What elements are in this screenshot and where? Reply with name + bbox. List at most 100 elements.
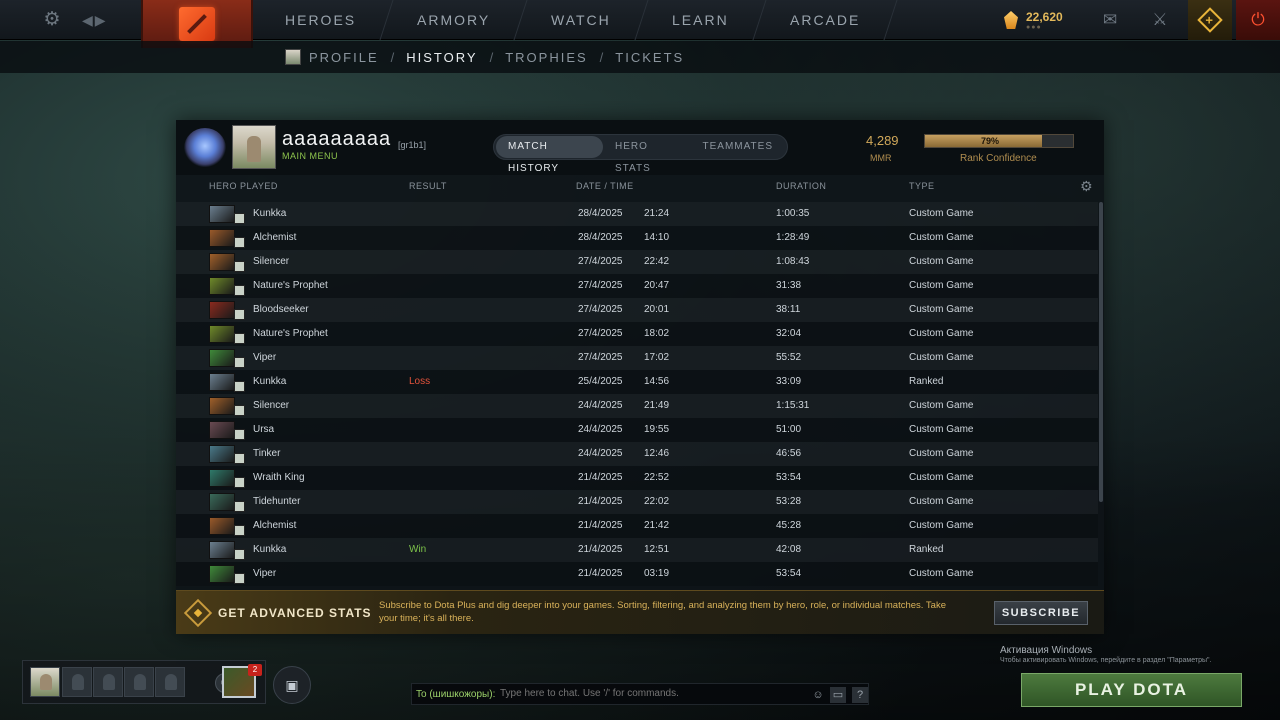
dota-plus-icon: [183, 598, 213, 628]
match-type: Custom Game: [909, 280, 974, 291]
subnav-trophies[interactable]: TROPHIES: [505, 50, 587, 65]
mail-icon[interactable]: ✉: [1094, 0, 1126, 40]
match-date: 24/4/2025: [578, 448, 623, 459]
table-row[interactable]: Kunkka Loss 25/4/2025 14:56 33:09 Ranked: [176, 370, 1098, 394]
nav-watch[interactable]: WATCH: [514, 0, 649, 40]
hero-name: Silencer: [253, 400, 290, 411]
subnav-tickets[interactable]: TICKETS: [615, 50, 684, 65]
match-type: Custom Game: [909, 400, 974, 411]
match-duration: 38:11: [776, 304, 801, 315]
player-tag: [gr1b1]: [398, 140, 427, 150]
gold-display[interactable]: 22,620 ●●●: [1000, 0, 1086, 40]
table-row[interactable]: Kunkka Win 21/4/2025 12:51 42:08 Ranked: [176, 538, 1098, 562]
party-slot-empty[interactable]: [124, 667, 154, 697]
match-type: Custom Game: [909, 232, 974, 243]
subnav-profile[interactable]: PROFILE: [309, 50, 379, 65]
hero-icon: [209, 301, 235, 319]
hero-icon: [209, 541, 235, 559]
match-type: Ranked: [909, 544, 944, 555]
table-row[interactable]: Viper 27/4/2025 17:02 55:52 Custom Game: [176, 346, 1098, 370]
party-slot-empty[interactable]: [62, 667, 92, 697]
hero-name: Tinker: [253, 448, 281, 459]
table-row[interactable]: Alchemist 28/4/2025 14:10 1:28:49 Custom Gam…: [176, 226, 1098, 250]
party-slot-self[interactable]: [30, 667, 60, 697]
hero-name: Silencer: [253, 256, 290, 267]
table-row[interactable]: Wraith King 21/4/2025 22:52 53:54 Custom Gam…: [176, 466, 1098, 490]
table-row[interactable]: Nature's Prophet 27/4/2025 20:47 31:38 Custo…: [176, 274, 1098, 298]
nav-arcade[interactable]: ARCADE: [753, 0, 898, 40]
subnav-history[interactable]: HISTORY: [406, 50, 477, 65]
history-tabs: MATCH HISTORY HERO STATS TEAMMATES: [493, 134, 788, 174]
match-duration: 1:28:49: [776, 232, 810, 243]
subscribe-button[interactable]: SUBSCRIBE: [994, 601, 1088, 625]
tab-teammates[interactable]: TEAMMATES: [691, 136, 785, 158]
nav-armory[interactable]: ARMORY: [380, 0, 528, 40]
table-row[interactable]: Bloodseeker 27/4/2025 20:01 38:11 Custom Gam…: [176, 298, 1098, 322]
hero-name: Kunkka: [253, 376, 287, 387]
hero-icon: [209, 373, 235, 391]
column-header-date[interactable]: DATE / TIME: [576, 181, 634, 191]
party-slot-empty[interactable]: [155, 667, 185, 697]
match-time: 21:42: [644, 520, 670, 531]
match-time: 14:10: [644, 232, 670, 243]
table-row[interactable]: Viper 21/4/2025 03:19 53:54 Custom Game: [176, 562, 1098, 586]
help-icon[interactable]: ?: [852, 687, 868, 703]
dota-plus-icon[interactable]: +: [1188, 0, 1232, 40]
column-header-result[interactable]: RESULT: [409, 181, 447, 191]
chat-input[interactable]: [500, 684, 800, 704]
chat-target[interactable]: To (шишкожоры):: [416, 684, 495, 706]
avatar: [285, 49, 301, 65]
column-header-duration[interactable]: DURATION: [776, 181, 826, 191]
emoji-icon[interactable]: ☺: [810, 687, 826, 703]
table-row[interactable]: Silencer 24/4/2025 21:49 1:15:31 Custom Game: [176, 394, 1098, 418]
match-date: 27/4/2025: [578, 352, 623, 363]
match-date: 27/4/2025: [578, 304, 623, 315]
match-time: 14:56: [644, 376, 670, 387]
role-badge-icon: [234, 213, 245, 224]
table-row[interactable]: Ursa 24/4/2025 19:55 51:00 Custom Game: [176, 418, 1098, 442]
hero-icon: [209, 325, 235, 343]
role-badge-icon: [234, 309, 245, 320]
column-header-hero[interactable]: HERO PLAYED: [209, 181, 278, 191]
table-row[interactable]: Tinker 24/4/2025 12:46 46:56 Custom Game: [176, 442, 1098, 466]
match-duration: 55:52: [776, 352, 802, 363]
power-icon[interactable]: ⏻: [1236, 0, 1280, 40]
hero-icon: [209, 397, 235, 415]
friends-icon[interactable]: ▣: [273, 666, 311, 704]
nav-label: ARCADE: [789, 12, 861, 28]
gold-level-dots: ●●●: [1026, 24, 1042, 31]
party-slot-empty[interactable]: [93, 667, 123, 697]
armory-icon[interactable]: ⚔: [1140, 0, 1180, 40]
gear-icon[interactable]: ⚙: [42, 10, 62, 30]
match-date: 27/4/2025: [578, 280, 623, 291]
windows-activation-subtitle: Чтобы активировать Windows, перейдите в …: [1000, 657, 1212, 664]
table-row[interactable]: Silencer 27/4/2025 22:42 1:08:43 Custom Game: [176, 250, 1098, 274]
match-duration: 32:04: [776, 328, 802, 339]
nav-learn[interactable]: LEARN: [635, 0, 767, 40]
table-row[interactable]: Kunkka 28/4/2025 21:24 1:00:35 Custom Game: [176, 202, 1098, 226]
role-badge-icon: [234, 453, 245, 464]
subnav-separator: /: [390, 49, 395, 65]
subnav-separator: /: [599, 49, 604, 65]
chevron-icon[interactable]: ◀▶: [82, 10, 112, 30]
table-row[interactable]: Nature's Prophet 27/4/2025 18:02 32:04 Custo…: [176, 322, 1098, 346]
scrollbar[interactable]: [1099, 202, 1103, 502]
match-type: Custom Game: [909, 352, 974, 363]
gear-icon[interactable]: ⚙: [1080, 179, 1094, 193]
notification-badge: 2: [248, 664, 262, 676]
avatar[interactable]: [232, 125, 276, 169]
role-badge-icon: [234, 501, 245, 512]
hero-name: Kunkka: [253, 544, 287, 555]
tv-icon[interactable]: ▭: [830, 687, 846, 703]
nav-heroes[interactable]: HEROES: [248, 0, 394, 40]
match-duration: 53:54: [776, 568, 802, 579]
table-row[interactable]: Alchemist 21/4/2025 21:42 45:28 Custom Game: [176, 514, 1098, 538]
hero-name: Wraith King: [253, 472, 305, 483]
match-type: Custom Game: [909, 496, 974, 507]
tab-hero-stats[interactable]: HERO STATS: [603, 136, 691, 174]
play-dota-button[interactable]: PLAY DOTA: [1021, 673, 1242, 707]
table-row[interactable]: Tidehunter 21/4/2025 22:02 53:28 Custom Game: [176, 490, 1098, 514]
chat-bar: To (шишкожоры): ☺ ▭ ?: [411, 683, 869, 705]
tab-match-history[interactable]: MATCH HISTORY: [496, 136, 604, 174]
column-header-type[interactable]: TYPE: [909, 181, 935, 191]
